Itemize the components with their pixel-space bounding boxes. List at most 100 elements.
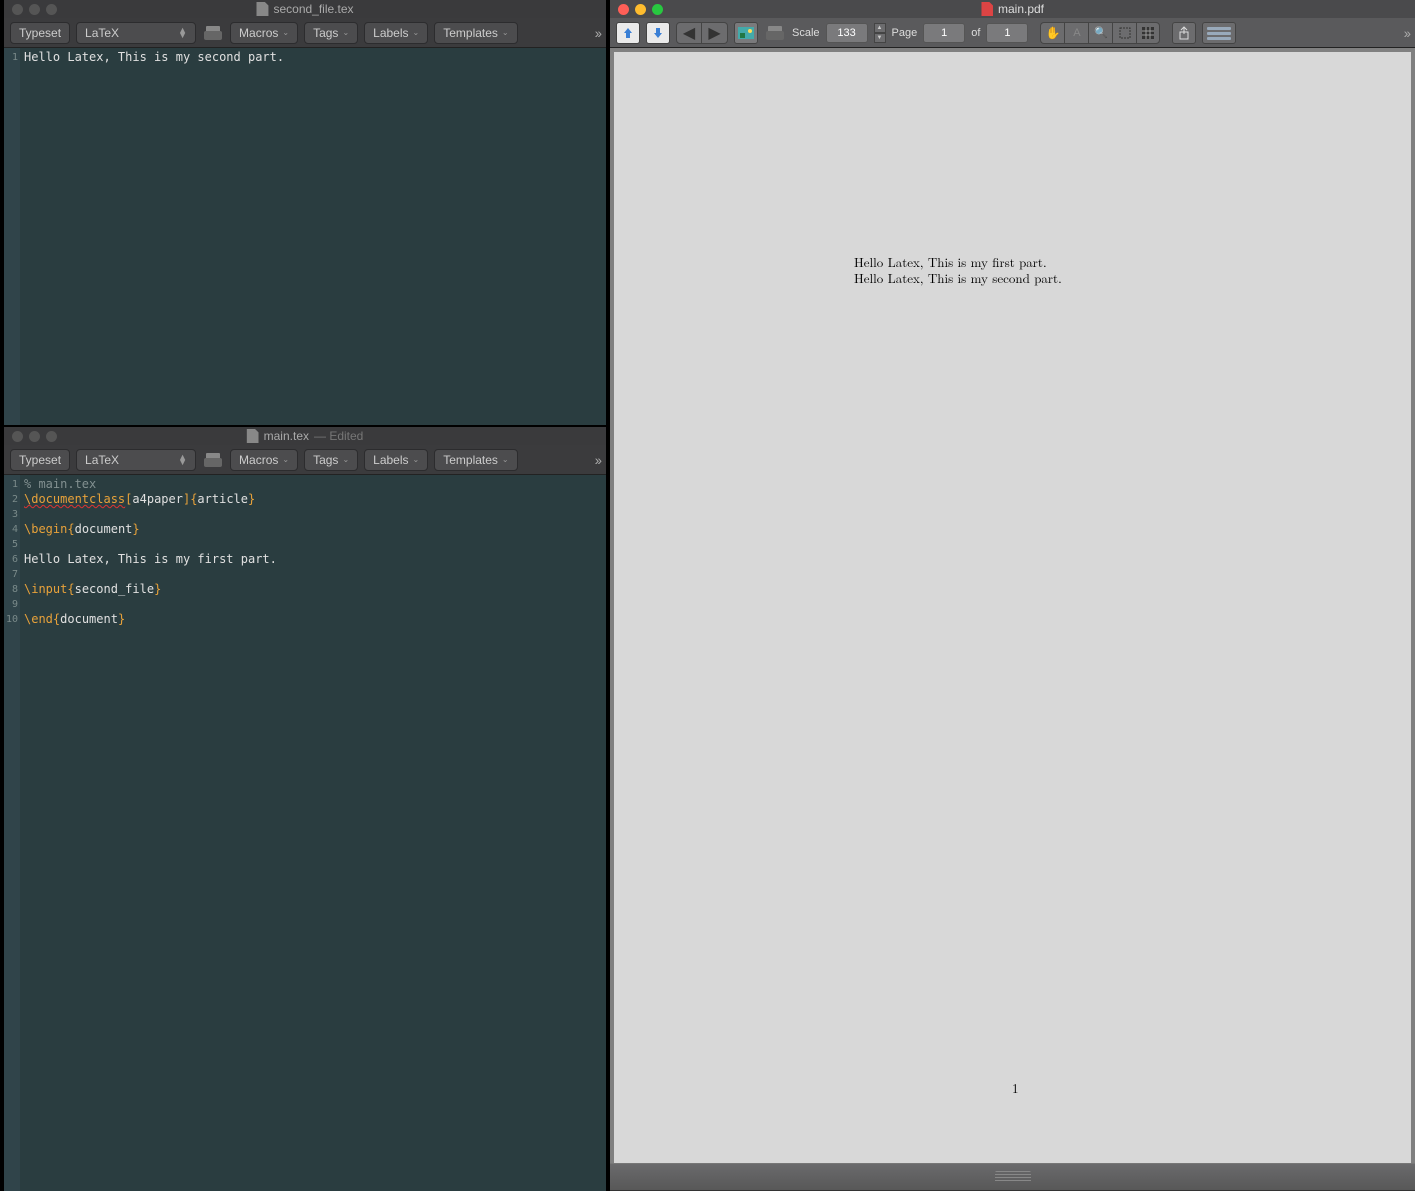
page-up-button[interactable] <box>616 22 640 44</box>
titlebar[interactable]: second_file.tex <box>4 0 606 18</box>
code-line: Hello Latex, This is my first part. <box>24 552 277 566</box>
zoom-dot[interactable] <box>652 4 663 15</box>
macros-menu[interactable]: Macros⌄ <box>230 449 298 471</box>
line-gutter: 1 2 3 4 5 6 7 8 9 10 <box>4 475 20 1191</box>
typeset-button[interactable]: Typeset <box>10 449 70 471</box>
labels-menu[interactable]: Labels⌄ <box>364 449 428 471</box>
titlebar[interactable]: main.tex — Edited <box>4 427 606 445</box>
overflow-icon[interactable]: ›› <box>1404 25 1409 41</box>
page-total-field: 1 <box>986 23 1028 43</box>
zoom-dot[interactable] <box>46 4 57 15</box>
window-title: second_file.tex <box>256 2 353 16</box>
close-dot[interactable] <box>12 4 23 15</box>
tags-menu[interactable]: Tags⌄ <box>304 449 358 471</box>
line-number: 1 <box>4 477 18 492</box>
traffic-lights[interactable] <box>618 4 663 15</box>
scale-stepper[interactable]: ▲▼ <box>874 23 886 43</box>
minimize-dot[interactable] <box>635 4 646 15</box>
code-line: % main.tex <box>24 477 96 491</box>
close-dot[interactable] <box>12 431 23 442</box>
code-content[interactable]: % main.tex \documentclass[a4paper]{artic… <box>20 475 606 1191</box>
code-editor[interactable]: 1 Hello Latex, This is my second part. <box>4 48 606 425</box>
line-number: 10 <box>4 612 18 627</box>
pdf-page-number: 1 <box>1012 1078 1019 1097</box>
line-number: 6 <box>4 552 18 567</box>
share-icon[interactable] <box>1172 22 1196 44</box>
tex-file-icon <box>247 429 259 443</box>
pdf-page: Hello Latex, This is my first part. Hell… <box>614 52 1411 1163</box>
labels-menu[interactable]: Labels⌄ <box>364 22 428 44</box>
print-icon[interactable] <box>202 450 224 470</box>
code-line: Hello Latex, This is my second part. <box>24 50 284 64</box>
editor-toolbar: Typeset LaTeX▲▼ Macros⌄ Tags⌄ Labels⌄ Te… <box>4 18 606 48</box>
code-content[interactable]: Hello Latex, This is my second part. <box>20 48 606 425</box>
prev-next-group: ◀ ▶ <box>676 22 728 44</box>
window-title: main.tex — Edited <box>247 429 364 443</box>
zoom-dot[interactable] <box>46 431 57 442</box>
select-arrows-icon: ▲▼ <box>178 28 187 38</box>
line-number: 1 <box>4 50 18 65</box>
pdf-text-line: Hello Latex, This is my second part. <box>854 268 1062 287</box>
sidebar-toggle-icon[interactable] <box>1202 22 1236 44</box>
macros-menu[interactable]: Macros⌄ <box>230 22 298 44</box>
image-tool-button[interactable] <box>734 22 758 44</box>
minimize-dot[interactable] <box>29 4 40 15</box>
text-select-icon[interactable]: A <box>1064 22 1088 44</box>
chevron-down-icon: ⌄ <box>502 28 509 37</box>
line-number: 4 <box>4 522 18 537</box>
code-editor[interactable]: 1 2 3 4 5 6 7 8 9 10 % main.tex \documen… <box>4 475 606 1191</box>
print-icon[interactable] <box>202 23 224 43</box>
page-down-button[interactable] <box>646 22 670 44</box>
templates-menu[interactable]: Templates⌄ <box>434 22 517 44</box>
code-token: \begin <box>24 522 67 536</box>
pdf-viewport[interactable]: Hello Latex, This is my first part. Hell… <box>610 48 1415 1163</box>
page-of-label: of <box>971 27 980 39</box>
overflow-icon[interactable]: ›› <box>595 452 600 468</box>
code-token: \documentclass <box>24 492 125 506</box>
page-label: Page <box>892 27 918 39</box>
window-title: main.pdf <box>981 2 1044 16</box>
chevron-down-icon: ⌄ <box>282 28 289 37</box>
grid-tool-icon[interactable] <box>1136 22 1160 44</box>
print-icon[interactable] <box>764 23 786 43</box>
traffic-lights[interactable] <box>12 431 57 442</box>
prev-page-button[interactable]: ◀ <box>676 22 702 44</box>
engine-select[interactable]: LaTeX▲▼ <box>76 449 196 471</box>
code-token: \input <box>24 582 67 596</box>
magnify-tool-icon[interactable]: 🔍 <box>1088 22 1112 44</box>
next-page-button[interactable]: ▶ <box>702 22 728 44</box>
scale-field[interactable]: 133 <box>826 23 868 43</box>
drawer-handle[interactable] <box>610 1163 1415 1191</box>
overflow-icon[interactable]: ›› <box>595 25 600 41</box>
page-current-field[interactable]: 1 <box>923 23 965 43</box>
scale-label: Scale <box>792 27 820 39</box>
minimize-dot[interactable] <box>29 431 40 442</box>
editor-toolbar: Typeset LaTeX▲▼ Macros⌄ Tags⌄ Labels⌄ Te… <box>4 445 606 475</box>
editor-window-main: main.tex — Edited Typeset LaTeX▲▼ Macros… <box>4 427 606 1191</box>
titlebar[interactable]: main.pdf <box>610 0 1415 18</box>
chevron-down-icon: ⌄ <box>342 28 349 37</box>
templates-menu[interactable]: Templates⌄ <box>434 449 517 471</box>
line-number: 7 <box>4 567 18 582</box>
tex-file-icon <box>256 2 268 16</box>
traffic-lights[interactable] <box>12 4 57 15</box>
view-tools-group: ✋ A 🔍 <box>1040 22 1160 44</box>
typeset-button[interactable]: Typeset <box>10 22 70 44</box>
title-edited-badge: — Edited <box>314 429 363 443</box>
title-text: second_file.tex <box>273 2 353 16</box>
editor-window-second-file: second_file.tex Typeset LaTeX▲▼ Macros⌄ … <box>4 0 606 425</box>
chevron-down-icon: ⌄ <box>282 455 289 464</box>
select-arrows-icon: ▲▼ <box>178 455 187 465</box>
hand-tool-icon[interactable]: ✋ <box>1040 22 1064 44</box>
line-number: 8 <box>4 582 18 597</box>
drag-lines-icon <box>995 1171 1031 1183</box>
close-dot[interactable] <box>618 4 629 15</box>
line-number: 3 <box>4 507 18 522</box>
pdf-viewer-window: main.pdf ◀ ▶ Scale 133 ▲▼ Page 1 of 1 ✋ … <box>610 0 1415 1191</box>
engine-select[interactable]: LaTeX▲▼ <box>76 22 196 44</box>
chevron-down-icon: ⌄ <box>413 455 420 464</box>
pdf-file-icon <box>981 2 993 16</box>
tags-menu[interactable]: Tags⌄ <box>304 22 358 44</box>
marquee-tool-icon[interactable] <box>1112 22 1136 44</box>
chevron-down-icon: ⌄ <box>413 28 420 37</box>
